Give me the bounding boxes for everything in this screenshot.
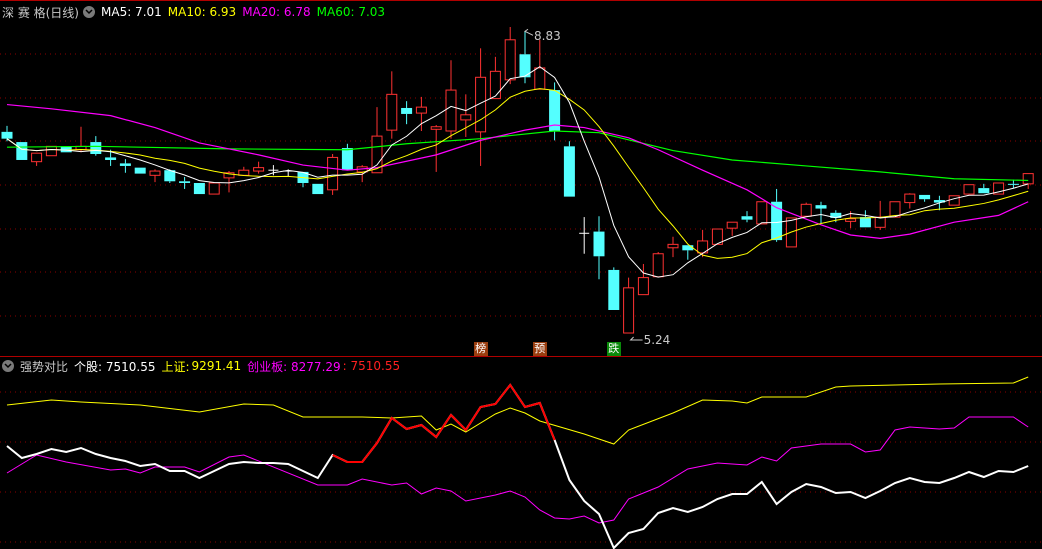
candle-up [149, 170, 161, 176]
candle-up [489, 70, 501, 100]
candle-up [238, 169, 250, 176]
candle-down [919, 194, 931, 200]
candle-up [963, 184, 975, 195]
candle-down [859, 217, 871, 228]
chart-title: 深 赛 格(日线) [2, 5, 79, 20]
candle-up [386, 93, 398, 131]
candle-up [415, 106, 427, 114]
candle-down [105, 157, 117, 160]
cyb-value: 创业板: 8277.29 [247, 359, 341, 374]
candle-up [845, 218, 857, 222]
candle-down [90, 142, 102, 155]
candle-down [179, 181, 191, 183]
candle-up [904, 193, 916, 204]
candle-down [1, 131, 13, 139]
candle-down [16, 142, 28, 160]
candle-up [460, 114, 472, 121]
candle-down [193, 182, 205, 195]
chevron-down-icon[interactable] [83, 6, 95, 18]
sh-index-line [6, 376, 1029, 445]
candle-down [978, 188, 990, 194]
indicator-title: 强势对比 [20, 359, 69, 374]
candle-up [948, 195, 960, 206]
candle-down [401, 107, 413, 114]
stock-value: 个股: 7510.55 [74, 359, 156, 374]
candle-up [327, 156, 339, 191]
sh-value: 9291.41 [191, 359, 242, 373]
candle-up [652, 253, 664, 278]
candle-down [134, 167, 146, 174]
signal-marker[interactable]: 跌 [606, 342, 621, 356]
stock-strength-strong-segment [332, 383, 556, 463]
candle-down [593, 231, 605, 257]
candle-up [430, 126, 442, 130]
candle-up [534, 67, 546, 90]
stock-strength-line [6, 383, 1029, 549]
candle-down [119, 163, 131, 166]
candle-down [341, 148, 353, 171]
candle-up [504, 39, 516, 81]
candle-up [1022, 173, 1034, 185]
sub-legend: 强势对比 个股: 7510.55 上证: 9291.41 创业板: 8277.2… [0, 357, 406, 375]
low-arrow-icon [629, 336, 643, 341]
candle-down [1007, 183, 1019, 185]
main-legend: 深 赛 格(日线) MA5: 7.01 MA10: 6.93 MA20: 6.7… [0, 3, 391, 21]
ma10-value: MA10: 6.93 [167, 5, 237, 19]
candle-down [741, 216, 753, 220]
candle-down [608, 269, 620, 310]
high-price-label: 8.83 [534, 29, 561, 44]
candle-up [623, 287, 635, 334]
candle-up [253, 167, 265, 172]
candle-up [800, 203, 812, 217]
candle-up [667, 243, 679, 249]
ma60-value: MA60: 7.03 [316, 5, 386, 19]
ma5-value: MA5: 7.01 [101, 5, 162, 19]
extra-value: : 7510.55 [342, 359, 401, 373]
candle-up [31, 152, 43, 163]
high-arrow-icon [524, 28, 534, 36]
candle-down [312, 183, 324, 195]
candle-down [815, 205, 827, 209]
ma20-value: MA20: 6.78 [242, 5, 311, 19]
candle-up [889, 201, 901, 218]
low-price-label: 5.24 [643, 333, 671, 347]
signal-marker[interactable]: 榜 [473, 342, 488, 356]
candle-up [637, 277, 649, 296]
chevron-down-icon[interactable] [2, 360, 14, 372]
candle-up [726, 221, 738, 229]
candle-up [45, 145, 57, 157]
sh-label: 上证: [161, 359, 190, 374]
candle-up [445, 89, 457, 132]
candle-up [874, 216, 886, 228]
stock-chart[interactable] [0, 0, 1042, 549]
candle-down [682, 245, 694, 251]
candle-up [756, 201, 768, 225]
signal-marker[interactable]: 预 [532, 342, 547, 356]
candle-up [208, 182, 220, 195]
candle-down [563, 146, 575, 197]
cyb-index-line [6, 416, 1029, 524]
